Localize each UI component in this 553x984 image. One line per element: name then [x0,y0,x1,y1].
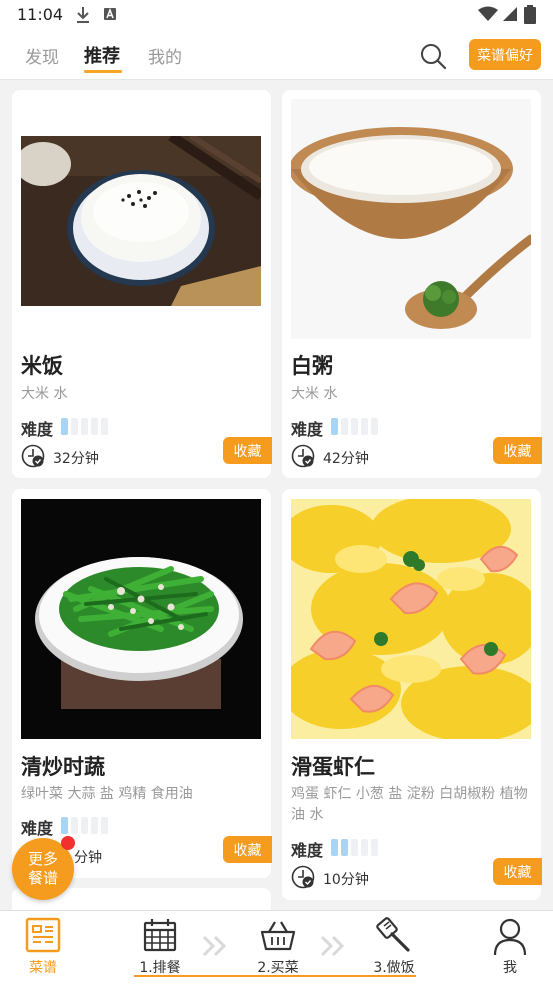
workflow-progress-line [134,975,416,977]
recipe-title: 米饭 [21,354,63,378]
download-icon [77,7,89,23]
recipe-card[interactable]: 米饭 大米 水 难度 32分钟 收藏 [12,90,272,478]
top-nav: 发现 推荐 我的 菜谱偏好 [0,30,553,80]
signal-icon [503,7,517,21]
recipe-photo [291,99,531,339]
recipe-photo [291,499,531,739]
recipe-card[interactable]: 清炒时蔬 绿叶菜 大蒜 盐 鸡精 食用油 难度 分钟 收藏 [12,489,272,878]
wifi-icon [478,6,498,21]
basket-icon [260,921,296,951]
double-chevron-icon [320,935,345,957]
clock-icon [21,444,45,468]
difficulty-label: 难度 [21,420,54,439]
recipe-preference-button[interactable]: 菜谱偏好 [469,39,541,70]
bottom-nav: 菜谱 1.排餐 2.买菜 3.做饭 我 [0,910,553,984]
search-icon[interactable] [418,41,448,71]
spatula-icon [376,917,410,952]
double-chevron-icon [202,935,227,957]
bottom-nav-label: 3.做饭 [373,960,415,976]
bottom-nav-plan-meals[interactable]: 1.排餐 [134,917,186,977]
calendar-icon [143,919,177,952]
favorite-button[interactable]: 收藏 [223,437,272,464]
battery-icon [524,5,536,24]
more-recipes-label-2: 餐谱 [27,869,58,887]
difficulty-label: 难度 [21,819,54,838]
cook-duration: 10分钟 [323,872,369,888]
recipe-card[interactable]: 滑蛋虾仁 鸡蛋 虾仁 小葱 盐 淀粉 白胡椒粉 植物油 水 难度 10分钟 收藏 [282,489,542,900]
recipe-title: 白粥 [291,354,333,378]
difficulty-label: 难度 [291,420,324,439]
difficulty-meter [61,817,108,834]
clock-icon [291,865,315,889]
recipe-ingredients: 大米 水 [291,386,338,402]
bottom-nav-recipes[interactable]: 菜谱 [24,917,62,977]
active-tab-indicator [84,70,122,73]
bottom-nav-cook[interactable]: 3.做饭 [368,917,420,977]
recipe-icon [25,917,61,953]
tab-mine[interactable]: 我的 [148,43,182,68]
status-bar: 11:04 [0,0,553,30]
recipe-title: 清炒时蔬 [21,755,105,779]
bottom-nav-label: 1.排餐 [139,960,181,976]
tab-recommend[interactable]: 推荐 [84,42,120,68]
bottom-nav-me[interactable]: 我 [490,917,530,977]
notification-badge [61,836,75,850]
app-notification-icon [104,7,116,20]
recipe-title: 滑蛋虾仁 [291,755,375,779]
tab-discover[interactable]: 发现 [25,43,59,68]
cook-duration: 32分钟 [53,451,99,467]
favorite-button[interactable]: 收藏 [223,836,272,863]
more-recipes-button[interactable]: 更多 餐谱 [12,836,75,900]
favorite-button[interactable]: 收藏 [493,437,542,464]
bottom-nav-label: 我 [503,960,517,976]
recipe-ingredients: 大米 水 [21,386,68,402]
bottom-nav-label: 2.买菜 [257,960,299,976]
difficulty-meter [61,418,108,435]
bottom-nav-label: 菜谱 [29,960,57,976]
more-recipes-label-1: 更多 [27,850,58,868]
cook-duration: 分钟 [74,850,102,866]
favorite-button[interactable]: 收藏 [493,858,542,885]
status-time: 11:04 [17,5,64,24]
difficulty-label: 难度 [291,841,324,860]
clock-icon [291,444,315,468]
difficulty-meter [331,418,378,435]
recipe-card[interactable]: 白粥 大米 水 难度 42分钟 收藏 [282,90,542,478]
person-icon [493,918,527,956]
recipe-ingredients: 绿叶菜 大蒜 盐 鸡精 食用油 [21,786,193,802]
bottom-nav-buy-groceries[interactable]: 2.买菜 [252,917,304,977]
recipe-photo [21,136,261,306]
recipe-ingredients: 鸡蛋 虾仁 小葱 盐 淀粉 白胡椒粉 植物油 水 [291,786,528,823]
cook-duration: 42分钟 [323,451,369,467]
difficulty-meter [331,839,378,856]
recipe-photo [21,499,261,739]
